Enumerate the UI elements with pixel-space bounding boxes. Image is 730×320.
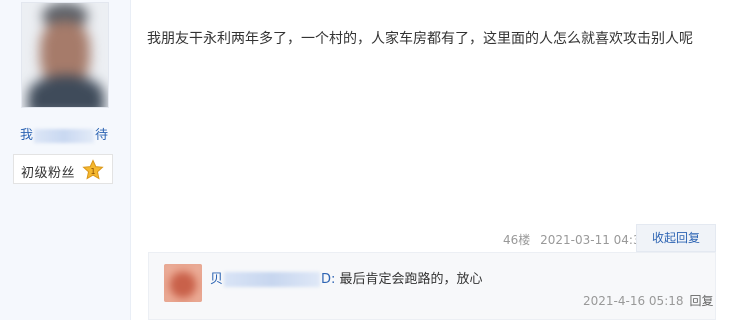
author-name-suffix: 待: [95, 128, 109, 143]
author-username[interactable]: 我待: [14, 124, 114, 143]
reply-meta: 2021-4-16 05:18 回复: [583, 292, 714, 309]
reply-username[interactable]: 贝 D:: [210, 272, 335, 287]
author-sidebar: 我待 初级粉丝 1: [0, 0, 131, 320]
author-name-mask: [34, 128, 94, 143]
reply-user-avatar[interactable]: [164, 264, 202, 302]
star-level-icon: 1: [82, 159, 104, 180]
post-floor: 46楼: [503, 233, 531, 247]
fan-level-badge[interactable]: 初级粉丝 1: [13, 154, 113, 184]
post-content: 我朋友干永利两年多了，一个村的，人家车房都有了，这里面的人怎么就喜欢攻击别人呢: [147, 31, 693, 47]
fan-level-label: 初级粉丝: [21, 166, 76, 181]
reply-username-prefix: 贝: [210, 272, 224, 287]
post-meta: 46楼 2021-03-11 04:39: [503, 231, 648, 248]
author-avatar[interactable]: [21, 2, 109, 108]
reply-line: 贝 D: 最后肯定会跑路的，放心: [210, 268, 483, 287]
author-name-prefix: 我: [19, 128, 33, 143]
star-level-number: 1: [90, 167, 95, 176]
reply-text: 最后肯定会跑路的，放心: [339, 272, 483, 287]
collapse-replies-button[interactable]: 收起回复: [636, 224, 716, 252]
reply-username-mask: [224, 272, 321, 287]
post-timestamp: 2021-03-11 04:39: [540, 233, 649, 247]
reply-button[interactable]: 回复: [690, 294, 714, 308]
reply-timestamp: 2021-4-16 05:18: [583, 294, 684, 308]
reply-username-suffix: D:: [321, 272, 336, 287]
